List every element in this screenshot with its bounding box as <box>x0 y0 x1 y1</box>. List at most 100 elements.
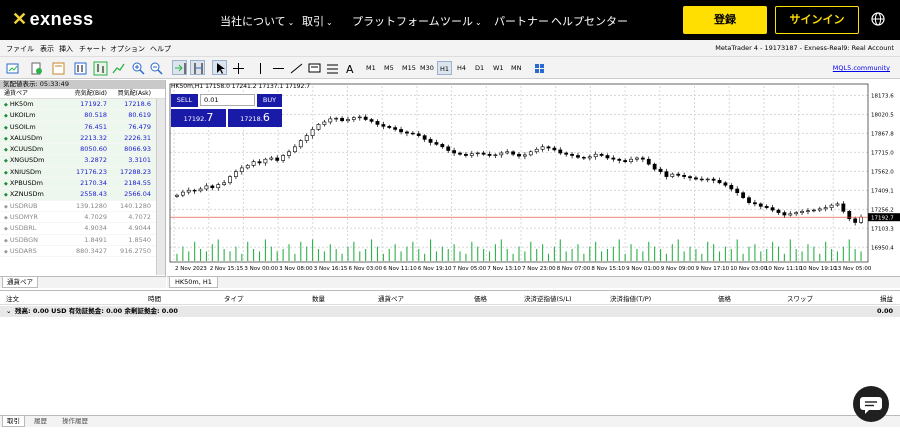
market-watch-row[interactable]: XNGUSDm 3.2872 3.3101 <box>0 155 165 167</box>
line-chart-icon[interactable] <box>110 60 125 75</box>
menu-insert[interactable]: 挿入 <box>59 44 73 54</box>
chart-window[interactable]: 2 Nov 2023 2 Nov 15:15 3 Nov 00:00 3 Nov 08… <box>167 80 900 276</box>
cursor-icon[interactable] <box>212 60 227 75</box>
market-watch-ask: 3.3101 <box>128 156 151 165</box>
periods-grid-icon[interactable] <box>531 60 546 75</box>
column-swap[interactable]: スワップ <box>787 294 813 305</box>
tab-chart-hk50m[interactable]: HK50m, H1 <box>169 277 218 288</box>
nav-tools[interactable]: ツール ⌄ <box>440 13 482 29</box>
menu-file[interactable]: ファイル <box>6 44 34 54</box>
buy-button[interactable]: BUY <box>257 94 282 107</box>
chart-shift-icon[interactable] <box>190 60 205 75</box>
crosshair-icon[interactable] <box>230 60 245 75</box>
market-watch-ask: 17218.6 <box>124 100 151 108</box>
market-watch-bid: 3.2872 <box>84 156 107 165</box>
candle-body <box>811 209 816 212</box>
navigator-icon[interactable] <box>50 60 65 75</box>
market-watch-row[interactable]: USDRUB 139.1280 140.1280 <box>0 200 165 212</box>
menu-options[interactable]: オプション <box>110 44 145 54</box>
market-watch-row[interactable]: USDBGN 1.8491 1.8540 <box>0 234 165 246</box>
timeframe-h1[interactable]: H1 <box>437 61 453 75</box>
vertical-line-icon[interactable] <box>252 60 267 75</box>
candle-body <box>806 210 810 212</box>
text-icon[interactable]: A <box>342 60 357 76</box>
tab-history[interactable]: 履歴 <box>30 416 51 427</box>
market-watch-row[interactable]: USDMYR 4.7029 4.7072 <box>0 211 165 224</box>
zoom-out-icon[interactable] <box>148 60 163 75</box>
collapse-icon[interactable]: ⌄ <box>6 306 11 317</box>
market-watch-row[interactable]: HK50m 17192.7 17218.6 <box>0 99 165 111</box>
market-watch-row[interactable]: XCUUSDm 8050.60 8066.93 <box>0 144 165 156</box>
menu-help[interactable]: ヘルプ <box>150 44 171 54</box>
lot-size-input[interactable]: 0.01 <box>200 94 255 106</box>
chat-button[interactable] <box>853 386 889 422</box>
trendline-icon[interactable] <box>288 60 303 75</box>
candle-body <box>464 153 468 156</box>
column-bid[interactable]: 売気配(Bid) <box>62 89 107 98</box>
horizontal-line-icon[interactable] <box>270 60 285 75</box>
auto-scroll-icon[interactable] <box>172 60 187 75</box>
timeframe-m30[interactable]: M30 <box>418 61 436 75</box>
tab-symbols[interactable]: 通貨ペア <box>2 277 38 288</box>
tab-journal[interactable]: 操作履歴 <box>58 416 92 427</box>
column-price[interactable]: 価格 <box>474 294 487 305</box>
market-watch-symbol: XCUUSDm <box>0 144 62 154</box>
signin-button[interactable]: サインイン <box>775 6 859 34</box>
column-symbol[interactable]: 通貨ペア <box>378 294 404 305</box>
mql5-community-link[interactable]: MQL5.community <box>833 64 890 72</box>
nav-help-center[interactable]: ヘルプセンター <box>551 13 628 29</box>
column-symbol[interactable]: 通貨ペア <box>0 89 62 98</box>
market-watch-row[interactable]: XPBUSDm 2170.34 2184.55 <box>0 178 165 190</box>
buy-price[interactable]: 17218.6 <box>228 109 282 127</box>
data-window-icon[interactable] <box>72 60 87 75</box>
column-type[interactable]: タイプ <box>224 294 244 305</box>
globe-icon[interactable] <box>871 12 885 26</box>
nav-trading[interactable]: 取引 ⌄ <box>302 13 333 29</box>
timeframe-m15[interactable]: M15 <box>400 61 418 75</box>
bar-chart-icon[interactable] <box>92 60 108 76</box>
sell-price[interactable]: 17192.7 <box>171 109 226 127</box>
column-stop-loss[interactable]: 決済逆指値(S/L) <box>524 294 572 305</box>
text-label-icon[interactable] <box>306 60 321 75</box>
market-watch-row[interactable]: XALUSDm 2213.32 2226.31 <box>0 132 165 145</box>
new-chart-icon[interactable] <box>5 60 20 75</box>
market-watch-row[interactable]: USOILm 76.451 76.479 <box>0 121 165 133</box>
candle-body <box>817 208 822 211</box>
column-volume[interactable]: 数量 <box>312 294 325 305</box>
candle-body <box>640 157 645 160</box>
market-watch-scrollbar[interactable] <box>156 99 165 275</box>
profiles-icon[interactable] <box>28 60 43 75</box>
candle-body <box>216 184 221 189</box>
nav-about[interactable]: 当社について ⌄ <box>220 13 294 29</box>
fibonacci-icon[interactable] <box>324 60 339 75</box>
column-ask[interactable]: 買気配(Ask) <box>107 89 151 98</box>
candle-body <box>699 178 704 181</box>
timeframe-d1[interactable]: D1 <box>473 61 486 75</box>
sell-button[interactable]: SELL <box>171 94 198 107</box>
tab-trade[interactable]: 取引 <box>2 416 25 427</box>
market-watch-row[interactable]: USDBRL 4.9034 4.9044 <box>0 223 165 235</box>
timeframe-mn[interactable]: MN <box>509 61 523 75</box>
column-take-profit[interactable]: 決済指値(T/P) <box>610 294 651 305</box>
terminal-menubar: ファイル 表示 挿入 チャート オプション ヘルプ MetaTrader 4 -… <box>0 40 900 57</box>
brand-logo[interactable]: ✕ exness <box>12 9 94 30</box>
column-time[interactable]: 時間 <box>148 294 161 305</box>
candle-body <box>735 188 740 194</box>
timeframe-w1[interactable]: W1 <box>491 61 506 75</box>
register-button[interactable]: 登録 <box>683 6 767 34</box>
market-watch-row[interactable]: XZNUSDm 2558.43 2566.04 <box>0 189 165 201</box>
market-watch-row[interactable]: UKOILm 80.518 80.619 <box>0 110 165 122</box>
zoom-in-icon[interactable] <box>130 60 145 75</box>
timeframe-m5[interactable]: M5 <box>382 61 396 75</box>
nav-partners[interactable]: パートナー <box>494 13 549 29</box>
menu-chart[interactable]: チャート <box>79 44 107 54</box>
nav-platforms[interactable]: プラットフォーム ⌄ <box>352 13 448 29</box>
market-watch-row[interactable]: USDARS 880.3427 916.2750 <box>0 245 165 258</box>
column-profit[interactable]: 損益 <box>880 294 893 305</box>
menu-view[interactable]: 表示 <box>40 44 54 54</box>
timeframe-h4[interactable]: H4 <box>455 61 468 75</box>
column-order[interactable]: 注文 <box>6 294 19 305</box>
column-current-price[interactable]: 価格 <box>718 294 731 305</box>
market-watch-row[interactable]: XNIUSDm 17176.23 17288.23 <box>0 166 165 179</box>
timeframe-m1[interactable]: M1 <box>364 61 378 75</box>
